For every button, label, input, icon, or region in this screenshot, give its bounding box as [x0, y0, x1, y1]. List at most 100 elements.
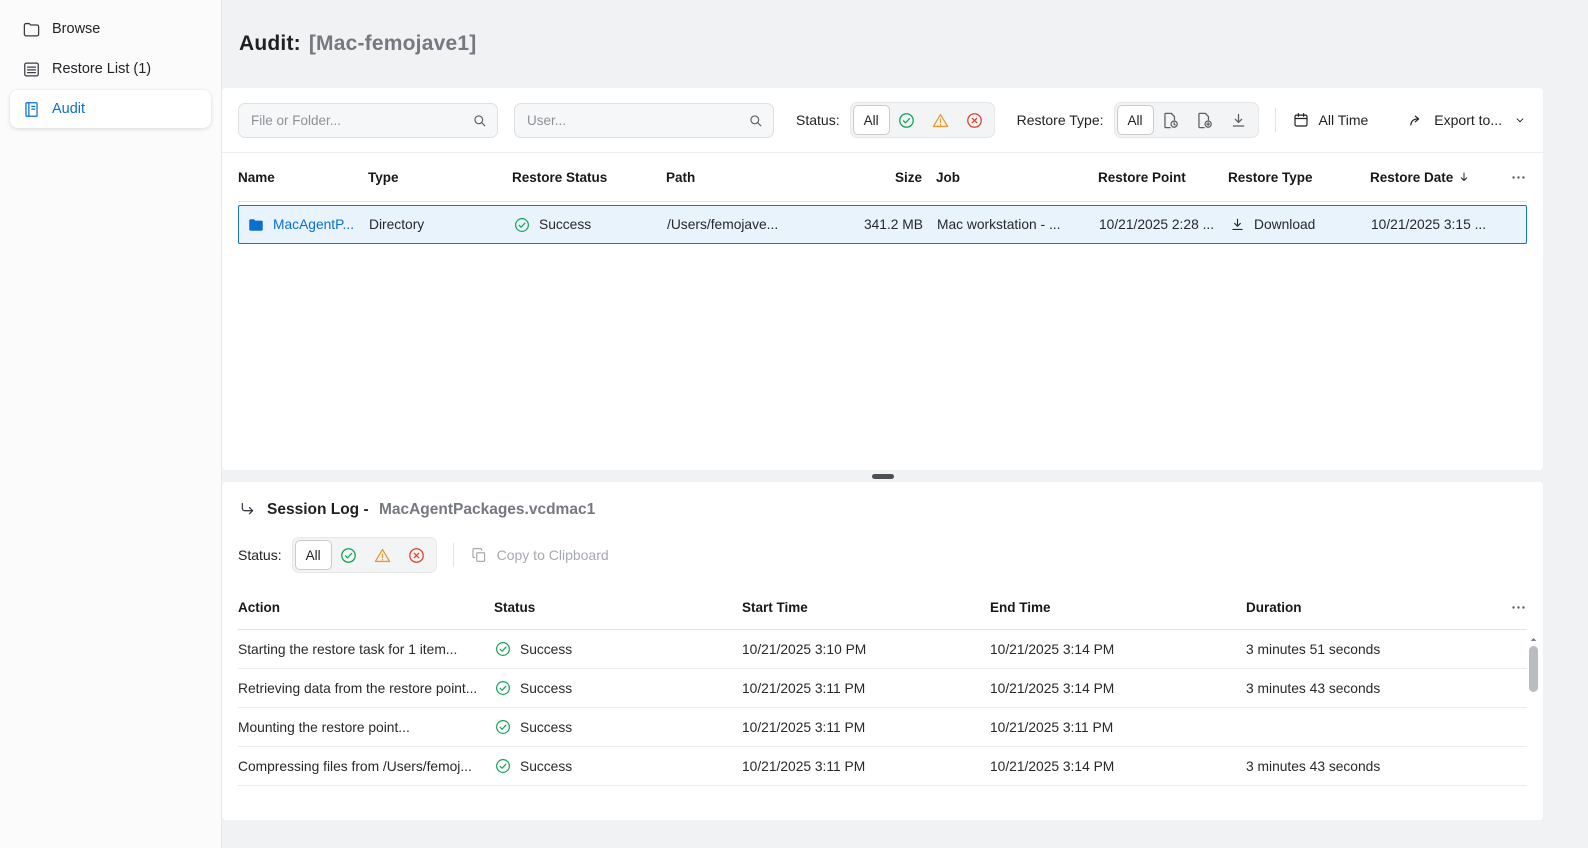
restore-type-restore-button[interactable] [1154, 105, 1188, 135]
job-cell: Mac workstation - ... [937, 217, 1061, 232]
status-filter-success-button[interactable] [890, 105, 924, 135]
sidebar-item-restore-list[interactable]: Restore List (1) [10, 50, 211, 88]
column-header-name[interactable]: Name [238, 170, 368, 185]
session-status-filter-group: All [291, 537, 437, 573]
restore-type-download-button[interactable] [1222, 105, 1256, 135]
status-filter-error-button[interactable] [958, 105, 992, 135]
session-log-panel: Session Log - MacAgentPackages.vcdmac1 S… [222, 482, 1543, 820]
audit-table-header: Name Type Restore Status Path Size Job R… [222, 153, 1543, 201]
action-cell: Compressing files from /Users/femoj... [238, 758, 472, 774]
session-status-error-button[interactable] [400, 540, 434, 570]
success-icon [513, 216, 531, 234]
restore-type-all-button[interactable]: All [1116, 105, 1154, 135]
column-header-restore-point[interactable]: Restore Point [1098, 170, 1228, 185]
success-icon [494, 718, 512, 736]
table-row[interactable]: MacAgentP... Directory Success /Users/fe… [238, 205, 1527, 244]
column-options-header[interactable] [1487, 599, 1527, 616]
panel-splitter[interactable] [222, 470, 1543, 482]
filters-divider [452, 543, 454, 567]
download-icon [1229, 111, 1248, 130]
column-header-restore-status[interactable]: Restore Status [512, 170, 666, 185]
copy-to-clipboard-label: Copy to Clipboard [496, 547, 609, 563]
scroll-up-icon[interactable] [1528, 632, 1539, 646]
more-options-icon [1510, 599, 1527, 616]
column-header-duration[interactable]: Duration [1246, 600, 1487, 615]
end-time-cell: 10/21/2025 3:14 PM [990, 758, 1115, 774]
column-header-action[interactable]: Action [238, 600, 494, 615]
name-cell[interactable]: MacAgentP... [239, 216, 369, 234]
column-header-end-time[interactable]: End Time [990, 600, 1246, 615]
restore-type-keep-button[interactable] [1188, 105, 1222, 135]
file-search [238, 102, 498, 138]
user-search-input[interactable] [514, 102, 774, 138]
status-text: Success [520, 758, 573, 774]
session-status-all-button[interactable]: All [294, 540, 332, 570]
page-title-target: [Mac-femojave1] [308, 32, 477, 55]
status-filter-warning-button[interactable] [924, 105, 958, 135]
splitter-handle[interactable] [871, 473, 894, 479]
warning-icon [373, 546, 392, 565]
column-header-status[interactable]: Status [494, 600, 742, 615]
status-cell: Success [494, 757, 742, 775]
success-icon [339, 546, 358, 565]
status-filter-label: Status: [796, 112, 840, 128]
more-options-icon [1510, 169, 1527, 186]
success-icon [897, 111, 916, 130]
status-text: Success [520, 680, 573, 696]
column-header-job[interactable]: Job [936, 170, 1098, 185]
calendar-icon [1292, 111, 1310, 129]
page-title-prefix: Audit: [239, 32, 301, 55]
sidebar-item-label: Browse [52, 21, 101, 37]
duration-cell: 3 minutes 51 seconds [1246, 641, 1381, 657]
status-filter-all-button[interactable]: All [852, 105, 890, 135]
export-label: Export to... [1434, 112, 1502, 128]
list-item[interactable]: Compressing files from /Users/femoj... S… [238, 747, 1527, 786]
scrollbar-thumb[interactable] [1529, 646, 1538, 692]
list-item[interactable]: Mounting the restore point... Success 10… [238, 708, 1527, 747]
action-cell: Starting the restore task for 1 item... [238, 641, 458, 657]
list-item[interactable]: Retrieving data from the restore point..… [238, 669, 1527, 708]
column-header-size[interactable]: Size [856, 170, 936, 185]
session-status-filter-label: Status: [238, 547, 282, 563]
column-header-type[interactable]: Type [368, 170, 512, 185]
sidebar-item-audit[interactable]: Audit [10, 90, 211, 128]
column-header-restore-type[interactable]: Restore Type [1228, 170, 1370, 185]
export-button[interactable]: Export to... [1407, 111, 1527, 129]
error-icon [965, 111, 984, 130]
end-time-cell: 10/21/2025 3:11 PM [990, 719, 1114, 735]
time-filter-button[interactable]: All Time [1292, 111, 1368, 129]
restore-type-filter-group: All [1113, 102, 1259, 138]
table-header-divider [238, 201, 1527, 202]
session-log-rows: Starting the restore task for 1 item... … [222, 630, 1543, 786]
session-log-title-prefix: Session Log - [267, 500, 369, 518]
error-icon [407, 546, 426, 565]
session-status-success-button[interactable] [332, 540, 366, 570]
session-log-header: Session Log - MacAgentPackages.vcdmac1 [222, 482, 1543, 523]
file-search-input[interactable] [238, 102, 498, 138]
session-status-warning-button[interactable] [366, 540, 400, 570]
main-content: Audit: [Mac-femojave1] Status: All [222, 0, 1588, 848]
column-header-restore-date[interactable]: Restore Date [1370, 170, 1500, 185]
app-window: Browse Restore List (1) Audit Audit: [Ma… [0, 0, 1588, 848]
column-header-start-time[interactable]: Start Time [742, 600, 990, 615]
column-header-path[interactable]: Path [666, 170, 856, 185]
restore-date-cell: 10/21/2025 3:15 ... [1371, 217, 1487, 232]
restore-type-text: Download [1254, 217, 1316, 232]
audit-panel: Status: All Restore Type: All [222, 88, 1543, 470]
folder-icon [247, 216, 265, 234]
status-cell: Success [494, 679, 742, 697]
search-icon [471, 112, 488, 129]
success-icon [494, 757, 512, 775]
size-cell: 341.2 MB [863, 217, 923, 232]
scrollbar[interactable] [1527, 632, 1540, 812]
column-header-restore-date-label: Restore Date [1370, 169, 1454, 185]
list-item[interactable]: Starting the restore task for 1 item... … [238, 630, 1527, 669]
sidebar-item-browse[interactable]: Browse [10, 10, 211, 48]
copy-to-clipboard-button[interactable]: Copy to Clipboard [470, 546, 609, 564]
status-filter-group: All [849, 102, 995, 138]
column-options-header[interactable] [1500, 169, 1527, 186]
user-search [514, 102, 774, 138]
status-cell: Success [494, 640, 742, 658]
file-name-link[interactable]: MacAgentP... [273, 217, 354, 232]
folder-icon [22, 20, 41, 39]
